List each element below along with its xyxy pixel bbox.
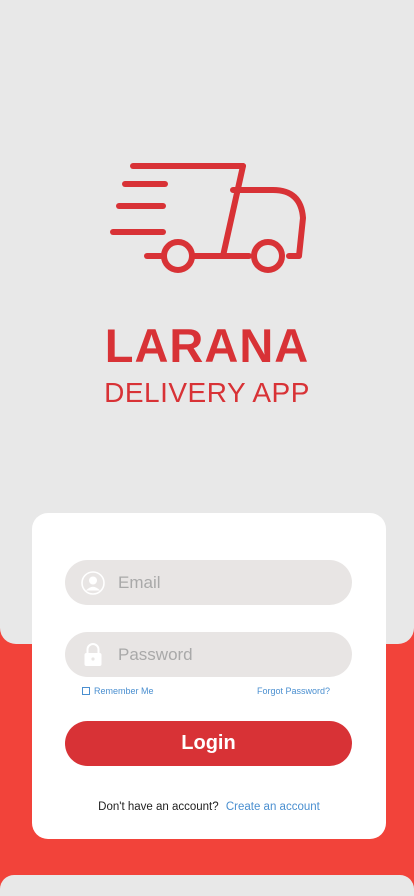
delivery-truck-icon xyxy=(110,163,306,273)
signup-row: Don't have an account? Create an account xyxy=(32,801,386,813)
login-screen: LARANA DELIVERY APP Email Remember Me Fo… xyxy=(0,0,414,896)
brand-subtitle: DELIVERY APP xyxy=(104,377,310,408)
email-field[interactable] xyxy=(65,560,352,605)
bottom-panel xyxy=(0,875,414,896)
login-button[interactable]: Login xyxy=(65,721,352,766)
remember-me-checkbox[interactable]: Remember Me xyxy=(82,686,154,696)
checkbox-box[interactable] xyxy=(82,687,90,695)
lock-icon xyxy=(80,642,106,668)
password-input[interactable] xyxy=(118,632,352,677)
create-account-link[interactable]: Create an account xyxy=(226,801,320,813)
login-card: Remember Me Forgot Password? Login Don't… xyxy=(32,513,386,839)
email-input[interactable] xyxy=(118,560,352,605)
no-account-text: Don't have an account? xyxy=(98,801,219,813)
user-avatar-icon xyxy=(80,570,106,596)
password-field[interactable] xyxy=(65,632,352,677)
brand-title: LARANA xyxy=(104,319,310,372)
remember-me-label: Remember Me xyxy=(94,686,154,696)
forgot-password-link[interactable]: Forgot Password? xyxy=(257,686,330,696)
